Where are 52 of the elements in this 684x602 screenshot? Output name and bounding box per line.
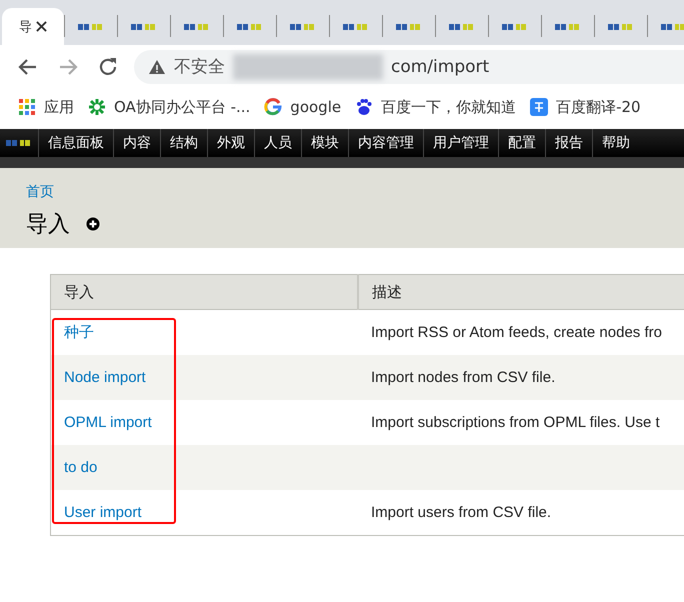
table-cell: Import subscriptions from OPML files. Use t [358,400,684,445]
bookmark[interactable]: google [264,98,342,116]
address-bar[interactable]: 不安全 com/import [134,50,684,84]
site-logo-icon [290,21,316,31]
bookmark[interactable]: 百度一下，你就知道 [355,98,516,116]
import-link[interactable]: to do [64,459,98,476]
table-cell: Import RSS or Atom feeds, create nodes fro [358,310,684,355]
site-logo-icon [608,21,634,31]
star-burst-icon [88,98,106,116]
site-logo-icon [343,21,369,31]
column-header: 导入 [50,274,358,310]
admin-menu-item[interactable]: 用户管理 [423,129,498,157]
admin-menu-item[interactable]: 结构 [160,129,207,157]
import-link[interactable]: Node import [64,369,146,386]
admin-menu-item[interactable]: 内容 [113,129,160,157]
site-logo-icon [78,21,104,31]
breadcrumb-link[interactable]: 首页 [26,184,54,200]
admin-menu-item[interactable]: 信息面板 [38,129,113,157]
warning-icon [148,58,166,76]
admin-menu-item[interactable]: 模块 [301,129,348,157]
translate-icon [530,98,548,116]
site-logo-icon [237,21,263,31]
google-g-icon [264,98,282,116]
bookmark[interactable]: 应用 [18,98,74,116]
admin-menu-item[interactable]: 报告 [545,129,592,157]
site-logo-icon [449,21,475,31]
admin-menu-item[interactable]: 外观 [207,129,254,157]
add-icon[interactable] [86,217,100,231]
site-logo-icon [131,21,157,31]
browser-tab[interactable]: 导 [2,8,64,45]
site-logo-icon [661,21,684,31]
admin-menu-item[interactable]: 人员 [254,129,301,157]
import-link[interactable]: OPML import [64,414,152,431]
site-logo-icon [184,21,210,31]
column-header: 描述 [358,274,684,310]
bookmark[interactable]: OA协同办公平台 -... [88,98,250,116]
site-logo-icon [502,21,528,31]
bookmark[interactable]: 百度翻译-20 [530,98,641,116]
table-cell: Import users from CSV file. [358,490,684,536]
table-cell: Import nodes from CSV file. [358,355,684,400]
import-link[interactable]: 种子 [64,324,94,341]
admin-menu-item[interactable]: 内容管理 [348,129,423,157]
admin-menu-item[interactable]: 配置 [498,129,545,157]
admin-menu-item[interactable]: 帮助 [592,129,639,157]
page-title: 导入 [26,211,70,239]
site-logo-icon [396,21,422,31]
close-icon[interactable] [36,21,47,32]
reload-icon[interactable] [97,56,119,78]
site-logo-icon [555,21,581,31]
paw-icon [355,98,374,116]
import-link[interactable]: User import [64,504,142,521]
grid-icon [18,98,36,116]
